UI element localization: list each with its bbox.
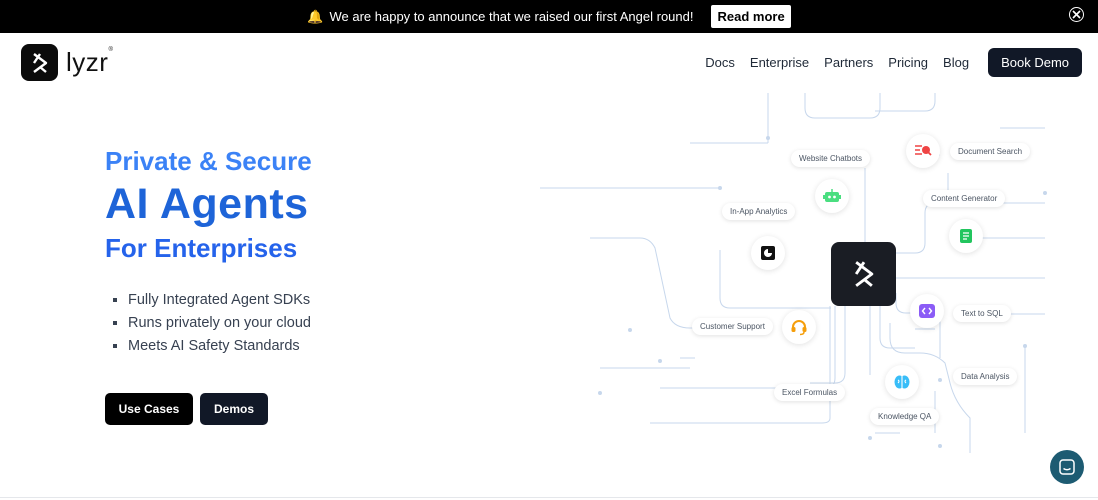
feature-item: Meets AI Safety Standards [113, 334, 311, 357]
page-divider [0, 497, 1098, 498]
label-knowledge-qa: Knowledge QA [870, 408, 940, 425]
nav-blog[interactable]: Blog [943, 55, 969, 70]
use-cases-button[interactable]: Use Cases [105, 393, 193, 425]
document-search-icon [906, 134, 940, 168]
logo-text: lyzr® [66, 47, 114, 77]
nav-enterprise[interactable]: Enterprise [750, 55, 809, 70]
nav-docs[interactable]: Docs [705, 55, 735, 70]
main-nav: Docs Enterprise Partners Pricing Blog Bo… [705, 48, 1082, 77]
content-generator-icon [949, 219, 983, 253]
book-demo-button[interactable]: Book Demo [988, 48, 1082, 77]
brain-icon [885, 365, 919, 399]
label-content-generator: Content Generator [923, 190, 1006, 207]
analytics-icon [751, 236, 785, 270]
hero-tagline: For Enterprises [105, 233, 298, 263]
nav-partners[interactable]: Partners [824, 55, 873, 70]
announcement-text: We are happy to announce that we raised … [329, 9, 694, 24]
bell-icon: 🔔 [307, 8, 324, 24]
lyzr-hub-icon [831, 242, 896, 306]
chat-widget-button[interactable] [1050, 450, 1084, 484]
announcement-content: 🔔 We are happy to announce that we raise… [307, 5, 791, 28]
announcement-bar: 🔔 We are happy to announce that we raise… [0, 0, 1098, 33]
feature-item: Runs privately on your cloud [113, 311, 311, 334]
label-document-search: Document Search [950, 143, 1031, 160]
hero-subtitle: Private & Secure [105, 146, 312, 176]
read-more-button[interactable]: Read more [711, 5, 791, 28]
code-icon [910, 294, 944, 328]
feature-list: Fully Integrated Agent SDKs Runs private… [113, 288, 311, 357]
label-in-app-analytics: In-App Analytics [722, 203, 796, 220]
lyzr-logo-icon [21, 44, 58, 81]
logo[interactable]: lyzr® [21, 44, 113, 81]
label-data-analysis: Data Analysis [953, 368, 1018, 385]
label-website-chatbots: Website Chatbots [791, 150, 870, 167]
label-text-to-sql: Text to SQL [953, 305, 1011, 322]
site-header: lyzr® Docs Enterprise Partners Pricing B… [0, 33, 1098, 93]
agents-diagram: Website Chatbots Document Search In-App … [540, 93, 1098, 500]
robot-icon [815, 179, 849, 213]
nav-pricing[interactable]: Pricing [888, 55, 928, 70]
headset-icon [782, 310, 816, 344]
feature-item: Fully Integrated Agent SDKs [113, 288, 311, 311]
label-customer-support: Customer Support [692, 318, 773, 335]
label-excel-formulas: Excel Formulas [774, 384, 846, 401]
hero-title: AI Agents [105, 180, 309, 228]
close-icon[interactable] [1069, 7, 1084, 22]
demos-button[interactable]: Demos [200, 393, 268, 425]
